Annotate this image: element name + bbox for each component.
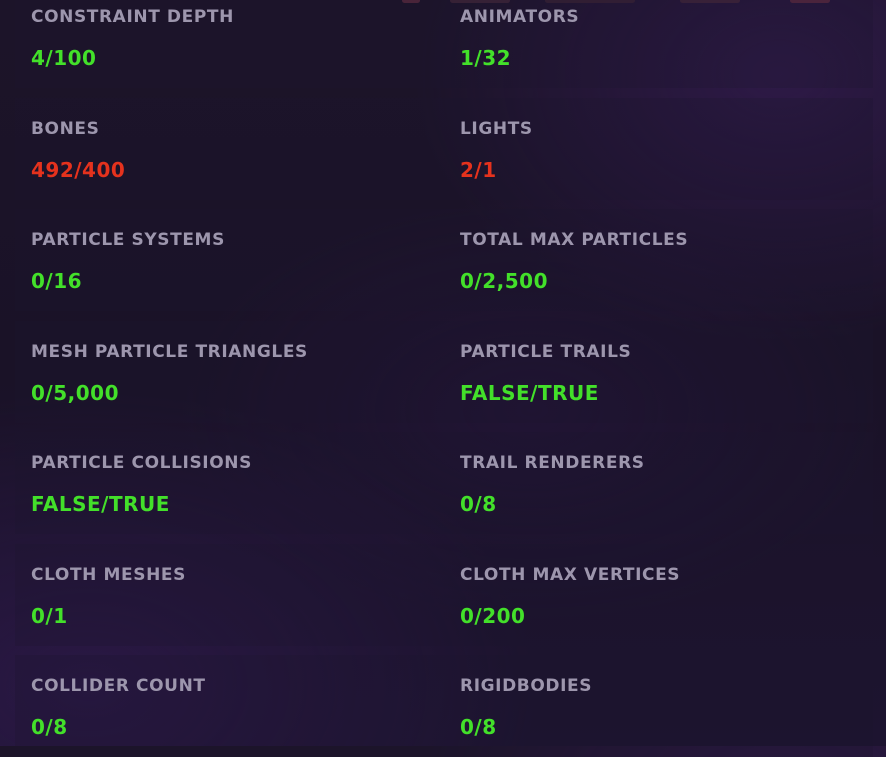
stat-value: 1/32 <box>460 46 512 70</box>
stat-label: BONES <box>31 118 100 139</box>
stat-value: 492/400 <box>31 157 126 182</box>
stat-value: 2/1 <box>460 157 497 182</box>
stat-trail-renderers: TRAIL RENDERERS 0/8 <box>444 432 873 534</box>
stat-total-max-particles: TOTAL MAX PARTICLES 0/2,500 <box>444 209 873 311</box>
stat-value: 0/5,000 <box>31 380 119 405</box>
stat-label: CLOTH MAX VERTICES <box>460 564 681 585</box>
stat-particle-systems: PARTICLE SYSTEMS 0/16 <box>15 209 444 311</box>
stat-label: MESH PARTICLE TRIANGLES <box>31 341 308 362</box>
performance-stats-grid: CONSTRAINT DEPTH 4/100 ANIMATORS 1/32 BO… <box>15 0 873 757</box>
stat-label: CLOTH MESHES <box>31 564 186 585</box>
stat-value: 0/2,500 <box>460 269 548 293</box>
stat-cloth-meshes: CLOTH MESHES 0/1 <box>15 543 444 646</box>
stat-label: ANIMATORS <box>460 7 580 27</box>
stat-label: CONSTRAINT DEPTH <box>31 7 234 27</box>
stat-label: TOTAL MAX PARTICLES <box>460 230 689 250</box>
stat-lights: LIGHTS 2/1 <box>444 97 873 200</box>
stat-value: 0/8 <box>31 715 68 739</box>
stat-label: COLLIDER COUNT <box>31 676 206 696</box>
stat-label: PARTICLE COLLISIONS <box>31 453 252 473</box>
stat-collider-count: COLLIDER COUNT 0/8 <box>15 655 444 757</box>
stat-mesh-particle-triangles: MESH PARTICLE TRIANGLES 0/5,000 <box>15 320 444 423</box>
stat-particle-trails: PARTICLE TRAILS FALSE/TRUE <box>444 320 873 423</box>
stat-value: 0/16 <box>31 269 83 293</box>
stat-value: FALSE/TRUE <box>460 380 599 405</box>
stat-particle-collisions: PARTICLE COLLISIONS FALSE/TRUE <box>15 432 444 534</box>
stat-rigidbodies: RIGIDBODIES 0/8 <box>444 655 873 757</box>
stat-animators: ANIMATORS 1/32 <box>444 0 873 88</box>
stat-constraint-depth: CONSTRAINT DEPTH 4/100 <box>15 0 444 88</box>
stat-label: PARTICLE TRAILS <box>460 341 632 362</box>
stat-bones: BONES 492/400 <box>15 97 444 200</box>
stat-label: LIGHTS <box>460 118 533 139</box>
stat-value: FALSE/TRUE <box>31 492 170 516</box>
stat-value: 0/1 <box>31 603 68 628</box>
stat-value: 0/8 <box>460 492 497 516</box>
stat-cloth-max-vertices: CLOTH MAX VERTICES 0/200 <box>444 543 873 646</box>
stat-value: 4/100 <box>31 46 97 70</box>
stat-label: PARTICLE SYSTEMS <box>31 230 225 250</box>
stat-label: RIGIDBODIES <box>460 676 593 696</box>
stat-value: 0/200 <box>460 603 526 628</box>
stat-label: TRAIL RENDERERS <box>460 453 645 473</box>
stat-value: 0/8 <box>460 715 497 739</box>
